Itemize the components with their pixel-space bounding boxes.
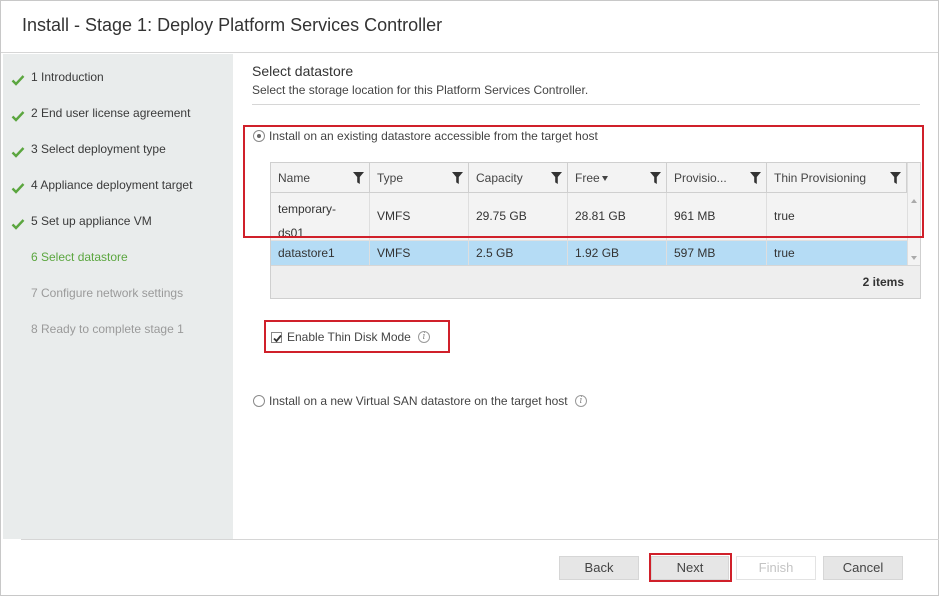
back-button[interactable]: Back [559, 556, 639, 580]
column-header-thin-provisioning[interactable]: Thin Provisioning [767, 163, 907, 193]
filter-icon[interactable] [452, 172, 463, 184]
cell-name: datastore1 [278, 246, 335, 260]
vsan-datastore-label[interactable]: Install on a new Virtual SAN datastore o… [269, 394, 568, 408]
page-subtitle: Select the storage location for this Pla… [252, 83, 589, 97]
checkmark-icon [11, 145, 25, 159]
cell-name: temporary-ds01 [278, 202, 337, 240]
step-network-settings: 7 Configure network settings [3, 279, 233, 315]
grid-footer: 2 items [271, 265, 920, 298]
thin-disk-mode-label[interactable]: Enable Thin Disk Mode [287, 330, 411, 344]
step-introduction[interactable]: 1 Introduction [3, 63, 233, 99]
datastore-grid: Name Type Capacity Free Provisio... Thin… [270, 162, 921, 299]
column-header-capacity[interactable]: Capacity [469, 163, 568, 193]
filter-icon[interactable] [551, 172, 562, 184]
step-ready-to-complete: 8 Ready to complete stage 1 [3, 315, 233, 351]
cell-thin-provisioning: true [774, 209, 795, 223]
step-eula[interactable]: 2 End user license agreement [3, 99, 233, 135]
cell-provisioned: 597 MB [674, 246, 716, 260]
step-label: 5 Set up appliance VM [31, 214, 152, 228]
step-label: 6 Select datastore [31, 250, 128, 264]
existing-datastore-radio[interactable] [253, 130, 265, 142]
scroll-up-icon[interactable] [911, 199, 917, 203]
cell-capacity: 29.75 GB [476, 209, 527, 223]
vsan-datastore-radio[interactable] [253, 395, 265, 407]
step-label: 4 Appliance deployment target [31, 178, 193, 192]
step-label: 1 Introduction [31, 70, 104, 84]
scroll-down-icon[interactable] [911, 256, 917, 260]
page-title: Select datastore [252, 63, 354, 79]
cancel-button[interactable]: Cancel [823, 556, 903, 580]
installer-window: Install - Stage 1: Deploy Platform Servi… [0, 0, 939, 596]
finish-button: Finish [736, 556, 816, 580]
step-select-datastore[interactable]: 6 Select datastore [3, 243, 233, 279]
filter-icon[interactable] [650, 172, 661, 184]
wizard-steps-sidebar: 1 Introduction 2 End user license agreem… [3, 54, 233, 539]
checkmark-icon [11, 181, 25, 195]
table-row-selected[interactable]: datastore1 VMFS 2.5 GB 1.92 GB 597 MB tr… [271, 241, 907, 265]
filter-icon[interactable] [890, 172, 901, 184]
title-bar: Install - Stage 1: Deploy Platform Servi… [1, 1, 938, 53]
filter-icon[interactable] [750, 172, 761, 184]
grid-header: Name Type Capacity Free Provisio... Thin… [271, 163, 907, 193]
step-label: 8 Ready to complete stage 1 [31, 322, 184, 336]
checkmark-icon [11, 73, 25, 87]
step-label: 3 Select deployment type [31, 142, 166, 156]
column-header-free[interactable]: Free [568, 163, 667, 193]
window-title: Install - Stage 1: Deploy Platform Servi… [22, 15, 443, 35]
step-deployment-type[interactable]: 3 Select deployment type [3, 135, 233, 171]
cell-free: 1.92 GB [575, 246, 620, 260]
item-count: 2 items [862, 275, 904, 289]
step-label: 2 End user license agreement [31, 106, 191, 120]
divider [252, 104, 920, 105]
step-deployment-target[interactable]: 4 Appliance deployment target [3, 171, 233, 207]
main-content: Select datastore Select the storage loca… [233, 54, 938, 539]
cell-provisioned: 961 MB [674, 209, 716, 223]
column-header-type[interactable]: Type [370, 163, 469, 193]
info-icon[interactable]: i [418, 331, 430, 343]
grid-scrollbar[interactable] [907, 163, 920, 265]
thin-disk-mode-checkbox[interactable] [271, 332, 282, 343]
cell-thin-provisioning: true [774, 246, 795, 260]
cell-free: 28.81 GB [575, 209, 626, 223]
existing-datastore-label[interactable]: Install on an existing datastore accessi… [269, 129, 598, 143]
step-label: 7 Configure network settings [31, 286, 184, 300]
cell-capacity: 2.5 GB [476, 246, 514, 260]
checkmark-icon [11, 217, 25, 231]
table-row[interactable]: temporary-ds01 VMFS 29.75 GB 28.81 GB 96… [271, 193, 907, 241]
column-header-name[interactable]: Name [271, 163, 370, 193]
column-header-provisioned[interactable]: Provisio... [667, 163, 767, 193]
sort-descending-icon [602, 176, 608, 181]
info-icon[interactable]: i [575, 395, 587, 407]
cell-type: VMFS [377, 246, 411, 260]
button-bar-divider [21, 539, 939, 540]
step-setup-vm[interactable]: 5 Set up appliance VM [3, 207, 233, 243]
filter-icon[interactable] [353, 172, 364, 184]
cell-type: VMFS [377, 209, 411, 223]
checkmark-icon [11, 109, 25, 123]
next-button[interactable]: Next [651, 556, 729, 580]
